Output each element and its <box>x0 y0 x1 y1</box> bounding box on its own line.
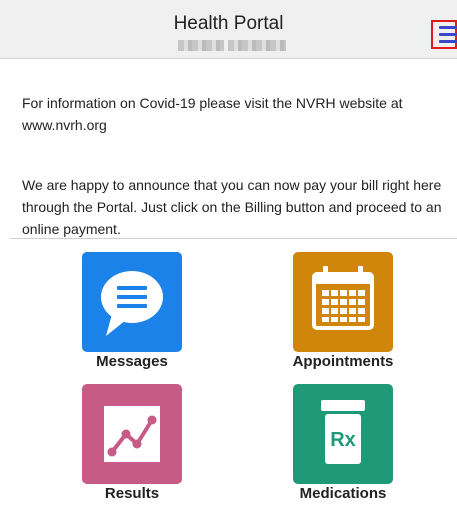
medications-tile-bg: Rx <box>293 384 393 484</box>
appointments-tile[interactable]: Appointments <box>293 252 393 370</box>
page-title: Health Portal <box>173 13 284 34</box>
trend-chart-icon <box>104 406 160 462</box>
divider <box>10 238 457 239</box>
app-header: Health Portal <box>0 0 457 59</box>
messages-tile[interactable]: Messages <box>82 252 182 370</box>
svg-text:Rx: Rx <box>330 429 356 451</box>
rx-bottle-icon: Rx <box>321 400 365 464</box>
results-tile[interactable]: Results <box>82 384 182 502</box>
hamburger-menu-icon <box>439 26 457 29</box>
chat-bubble-icon <box>101 271 163 336</box>
medications-label: Medications <box>299 485 387 502</box>
hamburger-menu-button[interactable] <box>431 20 457 49</box>
user-name-redacted <box>178 40 290 51</box>
messages-tile-bg <box>82 252 182 352</box>
billing-notice: We are happy to announce that you can no… <box>22 177 442 237</box>
appointments-label: Appointments <box>292 353 394 370</box>
calendar-icon <box>312 266 374 330</box>
appointments-tile-bg <box>293 252 393 352</box>
results-tile-bg <box>82 384 182 484</box>
medications-tile[interactable]: Rx Medications <box>293 384 393 502</box>
covid-notice: For information on Covid-19 please visit… <box>22 95 403 133</box>
messages-label: Messages <box>96 353 168 370</box>
results-label: Results <box>104 485 160 502</box>
